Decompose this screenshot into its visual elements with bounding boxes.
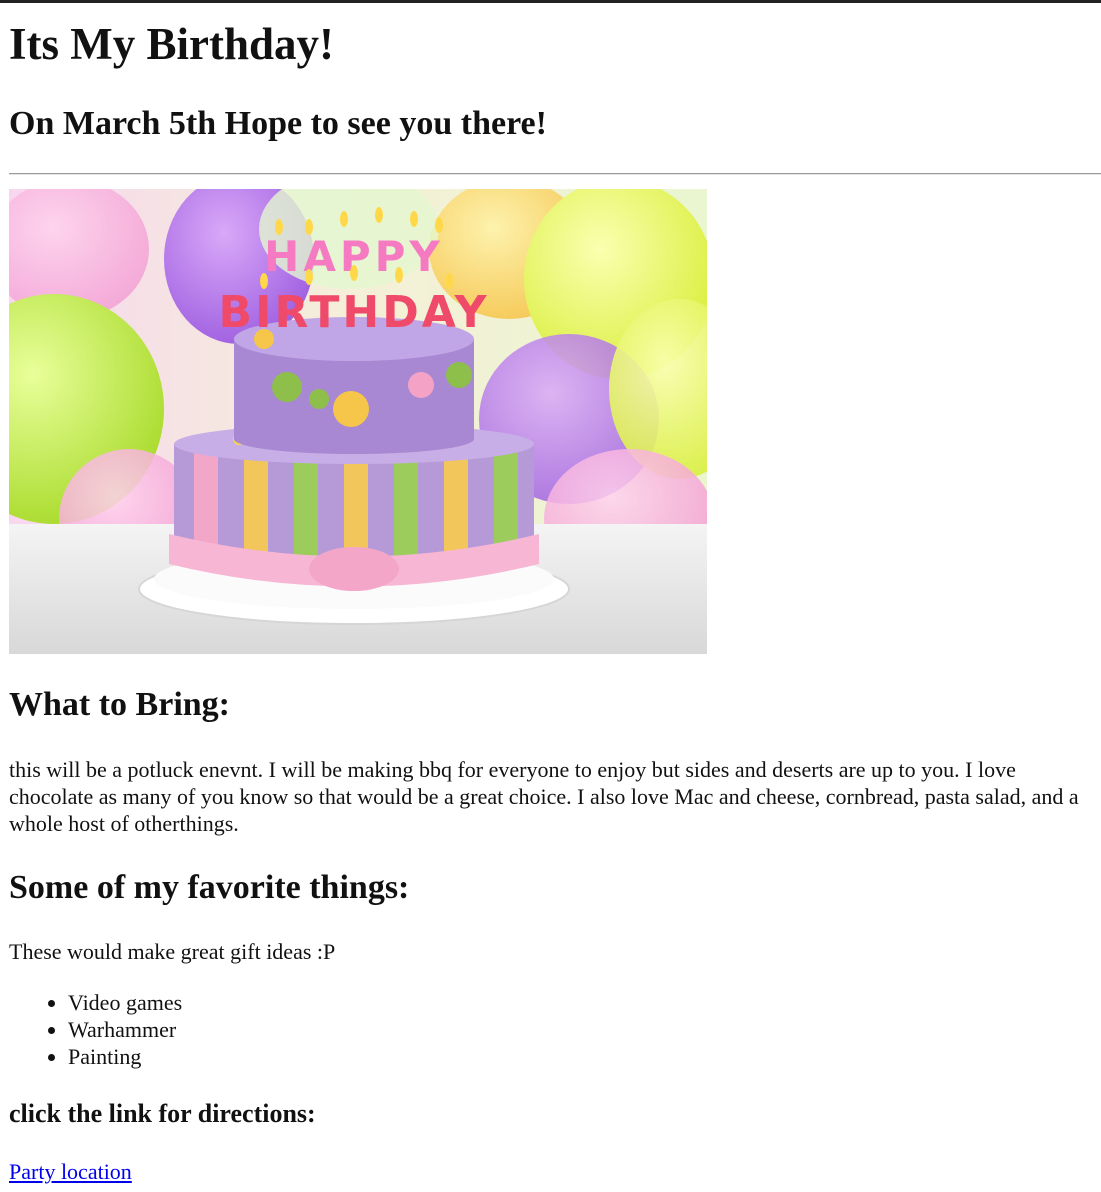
favorites-list: Video games Warhammer Painting [9,989,182,1070]
directions-heading: click the link for directions: [9,1099,316,1128]
list-item: Video games [68,989,182,1016]
what-to-bring-heading: What to Bring: [9,686,230,723]
horizontal-divider [9,173,1101,175]
list-item: Painting [68,1043,182,1070]
birthday-cake-image: HAPPY BIRTHDAY [9,189,707,654]
what-to-bring-text: this will be a potluck enevnt. I will be… [9,757,1079,836]
cake-birthday-text: BIRTHDAY [219,287,490,338]
page-title: Its My Birthday! [9,19,334,69]
top-border [0,0,1101,3]
gift-ideas-text: These would make great gift ideas :P [9,939,336,964]
favorite-things-heading: Some of my favorite things: [9,869,410,906]
page-subtitle: On March 5th Hope to see you there! [9,105,547,142]
party-location-link[interactable]: Party location [9,1158,132,1185]
list-item: Warhammer [68,1016,182,1043]
